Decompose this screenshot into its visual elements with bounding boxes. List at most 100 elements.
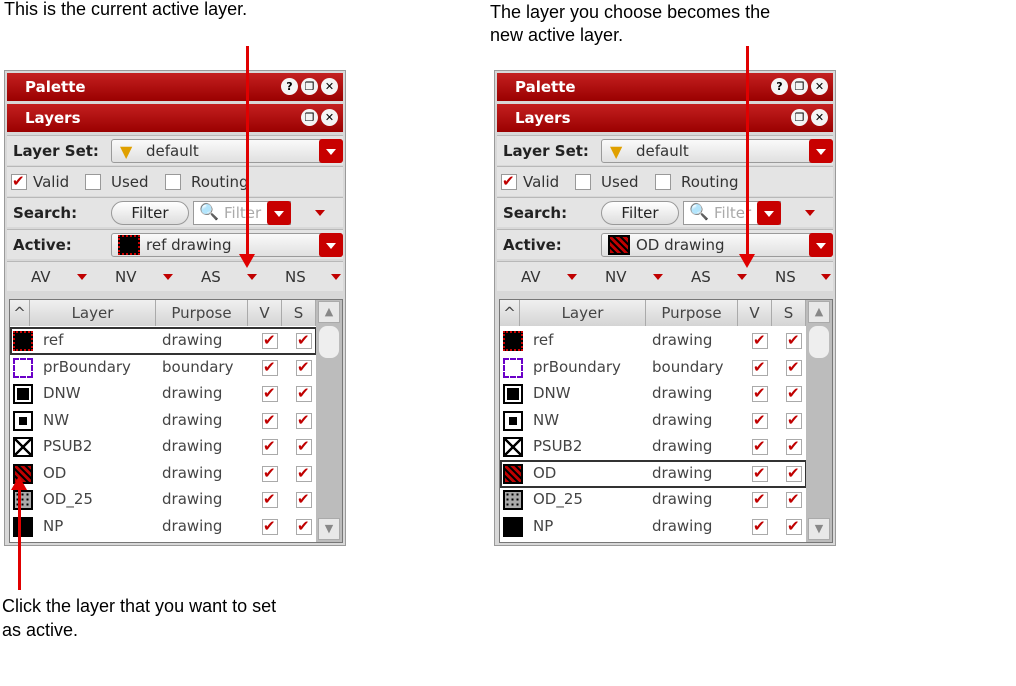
float-icon[interactable]: ❐ [301,109,318,126]
visible-checkbox[interactable]: ✔ [752,358,768,376]
selectable-checkbox[interactable]: ✔ [786,517,802,535]
ns-label[interactable]: NS [285,268,306,286]
visible-checkbox[interactable]: ✔ [262,384,278,402]
layer-row[interactable]: prBoundary boundary ✔ ✔ [10,355,316,382]
visible-checkbox[interactable]: ✔ [262,411,278,429]
dropdown-arrow-icon[interactable] [809,139,833,163]
scroll-thumb[interactable] [319,326,339,358]
search-options-icon[interactable] [805,210,815,216]
search-dropdown-icon[interactable] [267,201,291,225]
selectable-checkbox[interactable]: ✔ [786,384,802,402]
active-layer-select[interactable]: ref drawing [111,233,343,257]
float-icon[interactable]: ❐ [301,78,318,95]
routing-checkbox[interactable] [165,174,181,190]
palette-titlebar[interactable]: Palette ? ❐ ✕ [497,73,833,101]
ns-label[interactable]: NS [775,268,796,286]
column-layer[interactable]: Layer [520,300,646,326]
column-s[interactable]: S [282,300,316,326]
column-v[interactable]: V [248,300,282,326]
float-icon[interactable]: ❐ [791,78,808,95]
layer-row[interactable]: PSUB2 drawing ✔ ✔ [500,434,806,461]
visible-checkbox[interactable]: ✔ [262,464,278,482]
layer-row[interactable]: DNW drawing ✔ ✔ [10,381,316,408]
av-label[interactable]: AV [521,268,541,286]
visible-checkbox[interactable]: ✔ [752,517,768,535]
close-icon[interactable]: ✕ [321,78,338,95]
selectable-checkbox[interactable]: ✔ [786,358,802,376]
selectable-checkbox[interactable]: ✔ [296,437,312,455]
visible-checkbox[interactable]: ✔ [752,411,768,429]
filter-button[interactable]: Filter [601,201,679,225]
av-label[interactable]: AV [31,268,51,286]
column-v[interactable]: V [738,300,772,326]
close-icon[interactable]: ✕ [811,109,828,126]
scroll-up-icon[interactable]: ▲ [808,301,830,323]
table-scrollbar[interactable]: ▲ ▼ [316,300,342,542]
palette-titlebar[interactable]: Palette ? ❐ ✕ [7,73,343,101]
selectable-checkbox[interactable]: ✔ [296,411,312,429]
layer-row[interactable]: NW drawing ✔ ✔ [500,408,806,435]
scroll-down-icon[interactable]: ▼ [808,518,830,540]
layer-row[interactable]: NP drawing ✔ ✔ [10,514,316,541]
selectable-checkbox[interactable]: ✔ [786,437,802,455]
filter-button[interactable]: Filter [111,201,189,225]
valid-checkbox[interactable]: ✔ [11,172,27,190]
nv-dropdown-icon[interactable] [163,274,173,280]
help-icon[interactable]: ? [771,78,788,95]
used-checkbox[interactable] [575,174,591,190]
ns-dropdown-icon[interactable] [331,274,341,280]
av-dropdown-icon[interactable] [77,274,87,280]
help-icon[interactable]: ? [281,78,298,95]
scroll-up-icon[interactable]: ▲ [318,301,340,323]
layer-row[interactable]: DNW drawing ✔ ✔ [500,381,806,408]
layer-row[interactable]: prBoundary boundary ✔ ✔ [500,355,806,382]
selectable-checkbox[interactable]: ✔ [296,517,312,535]
layers-titlebar[interactable]: Layers ❐ ✕ [497,104,833,132]
layers-titlebar[interactable]: Layers ❐ ✕ [7,104,343,132]
dropdown-arrow-icon[interactable] [809,233,833,257]
visible-checkbox[interactable]: ✔ [752,384,768,402]
visible-checkbox[interactable]: ✔ [262,490,278,508]
layer-row[interactable]: OD drawing ✔ ✔ [10,461,316,488]
ns-dropdown-icon[interactable] [821,274,831,280]
as-label[interactable]: AS [691,268,711,286]
selectable-checkbox[interactable]: ✔ [786,490,802,508]
search-input[interactable]: 🔍 Filter [683,201,781,225]
nv-dropdown-icon[interactable] [653,274,663,280]
valid-checkbox[interactable]: ✔ [501,172,517,190]
routing-checkbox[interactable] [655,174,671,190]
sort-icon[interactable]: ^ [500,300,520,326]
layer-set-select[interactable]: ▼ default [111,139,343,163]
nv-label[interactable]: NV [115,268,136,286]
selectable-checkbox[interactable]: ✔ [296,490,312,508]
layer-row[interactable]: NW drawing ✔ ✔ [10,408,316,435]
close-icon[interactable]: ✕ [321,109,338,126]
close-icon[interactable]: ✕ [811,78,828,95]
as-dropdown-icon[interactable] [247,274,257,280]
nv-label[interactable]: NV [605,268,626,286]
search-input[interactable]: 🔍 Filter [193,201,291,225]
column-layer[interactable]: Layer [30,300,156,326]
layer-row[interactable]: OD_25 drawing ✔ ✔ [500,487,806,514]
used-checkbox[interactable] [85,174,101,190]
search-dropdown-icon[interactable] [757,201,781,225]
active-layer-select[interactable]: OD drawing [601,233,833,257]
sort-icon[interactable]: ^ [10,300,30,326]
visible-checkbox[interactable]: ✔ [752,437,768,455]
selectable-checkbox[interactable]: ✔ [786,411,802,429]
av-dropdown-icon[interactable] [567,274,577,280]
scroll-thumb[interactable] [809,326,829,358]
layer-set-select[interactable]: ▼ default [601,139,833,163]
layer-row[interactable]: NP drawing ✔ ✔ [500,514,806,541]
layer-row[interactable]: ref drawing ✔ ✔ [500,328,806,355]
dropdown-arrow-icon[interactable] [319,233,343,257]
visible-checkbox[interactable]: ✔ [752,331,768,349]
visible-checkbox[interactable]: ✔ [262,517,278,535]
scroll-down-icon[interactable]: ▼ [318,518,340,540]
column-s[interactable]: S [772,300,806,326]
visible-checkbox[interactable]: ✔ [262,358,278,376]
table-scrollbar[interactable]: ▲ ▼ [806,300,832,542]
float-icon[interactable]: ❐ [791,109,808,126]
visible-checkbox[interactable]: ✔ [752,490,768,508]
selectable-checkbox[interactable]: ✔ [296,464,312,482]
